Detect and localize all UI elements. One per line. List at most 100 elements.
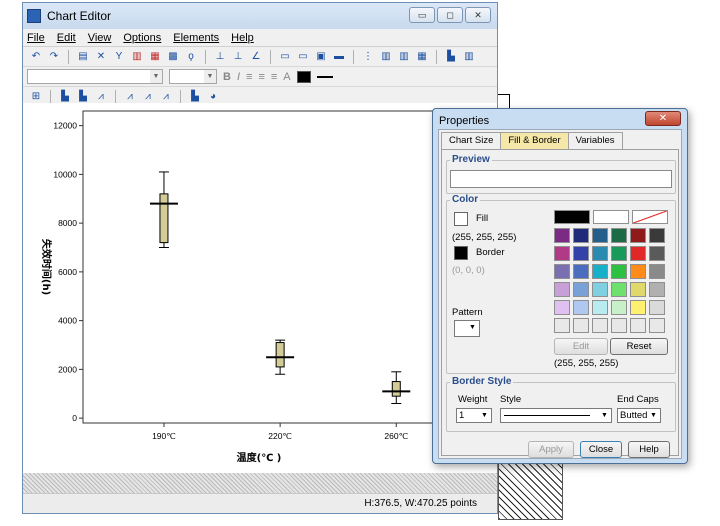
palette-swatch[interactable] bbox=[611, 318, 627, 333]
area2-icon[interactable]: ⩘ bbox=[141, 91, 155, 103]
palette-swatch[interactable] bbox=[630, 228, 646, 243]
font-select[interactable]: ▼ bbox=[27, 69, 163, 84]
palette-swatch[interactable] bbox=[573, 282, 589, 297]
endcaps-select[interactable]: Butted ▼ bbox=[617, 408, 661, 423]
undo-icon[interactable]: ↶ bbox=[29, 51, 43, 63]
dialog-close-icon[interactable]: ✕ bbox=[645, 111, 681, 126]
menu-view[interactable]: View bbox=[88, 32, 112, 44]
data-labels-icon[interactable]: ⋮ bbox=[361, 51, 375, 63]
x-axis-icon[interactable]: ✕ bbox=[94, 51, 108, 63]
menu-elements[interactable]: Elements bbox=[173, 32, 219, 44]
align-center-icon[interactable]: ≡ bbox=[258, 71, 264, 83]
palette-swatch[interactable] bbox=[554, 246, 570, 261]
palette-swatch[interactable] bbox=[592, 318, 608, 333]
menu-edit[interactable]: Edit bbox=[57, 32, 76, 44]
textbox-icon[interactable]: ▣ bbox=[314, 51, 328, 63]
tab-chart-size[interactable]: Chart Size bbox=[441, 132, 502, 149]
palette-swatch[interactable] bbox=[554, 318, 570, 333]
palette-swatch[interactable] bbox=[592, 282, 608, 297]
close-button[interactable]: Close bbox=[580, 441, 622, 458]
menu-help[interactable]: Help bbox=[231, 32, 254, 44]
menu-options[interactable]: Options bbox=[123, 32, 161, 44]
palette-swatch[interactable] bbox=[630, 300, 646, 315]
palette-swatch[interactable] bbox=[573, 300, 589, 315]
palette-swatch[interactable] bbox=[649, 282, 665, 297]
chart-canvas[interactable]: 0 2000 4000 6000 8000 10000 12000 190℃ 220℃ 260℃ 温… bbox=[23, 103, 497, 473]
title-bar[interactable]: Chart Editor ▭ ◻ ✕ bbox=[23, 3, 497, 29]
bar-elements-icon[interactable]: ▙ bbox=[58, 91, 72, 103]
palette-swatch[interactable] bbox=[592, 246, 608, 261]
palette-swatch[interactable] bbox=[649, 300, 665, 315]
chart-type-icon[interactable]: ⊞ bbox=[29, 91, 43, 103]
palette-swatch[interactable] bbox=[649, 264, 665, 279]
fill-swatch[interactable] bbox=[454, 212, 468, 226]
palette-swatch[interactable] bbox=[611, 246, 627, 261]
grid-icon[interactable]: ▩ bbox=[166, 51, 180, 63]
minimize-button[interactable]: ▭ bbox=[409, 7, 435, 23]
properties-icon[interactable]: ▤ bbox=[76, 51, 90, 63]
font-size-select[interactable]: ▼ bbox=[169, 69, 217, 84]
palette-swatch[interactable] bbox=[554, 300, 570, 315]
bar3d-icon[interactable]: ▙ bbox=[76, 91, 90, 103]
bar-icon[interactable]: ▥ bbox=[397, 51, 411, 63]
bar-chart-icon[interactable]: ▙ bbox=[444, 51, 458, 63]
legend-icon[interactable]: ▥ bbox=[379, 51, 393, 63]
menu-file[interactable]: File bbox=[27, 32, 45, 44]
explode-icon[interactable]: ▦ bbox=[415, 51, 429, 63]
palette-swatch[interactable] bbox=[630, 264, 646, 279]
palette-swatch[interactable] bbox=[592, 264, 608, 279]
style-select[interactable]: ▼ bbox=[500, 408, 612, 423]
close-window-button[interactable]: ✕ bbox=[465, 7, 491, 23]
no-color-swatch[interactable] bbox=[632, 210, 668, 224]
palette-swatch[interactable] bbox=[630, 246, 646, 261]
palette-swatch[interactable] bbox=[649, 228, 665, 243]
redo-icon[interactable]: ↷ bbox=[47, 51, 61, 63]
tab-fill-border[interactable]: Fill & Border bbox=[500, 132, 569, 149]
palette-swatch[interactable] bbox=[611, 228, 627, 243]
palette-swatch[interactable] bbox=[573, 264, 589, 279]
italic-button[interactable]: I bbox=[237, 71, 240, 83]
palette-swatch[interactable] bbox=[630, 282, 646, 297]
lasso-icon[interactable]: ϙ bbox=[184, 51, 198, 63]
palette-swatch[interactable] bbox=[573, 228, 589, 243]
palette-swatch[interactable] bbox=[573, 246, 589, 261]
palette-swatch[interactable] bbox=[611, 282, 627, 297]
interpolation-icon[interactable]: ∠ bbox=[249, 51, 263, 63]
palette-swatch[interactable] bbox=[611, 300, 627, 315]
text-color-icon[interactable]: A bbox=[283, 71, 290, 83]
chart-icon[interactable]: ▥ bbox=[130, 51, 144, 63]
palette-swatch[interactable] bbox=[554, 228, 570, 243]
bold-button[interactable]: B bbox=[223, 71, 231, 83]
fit-line-icon[interactable]: ⊥ bbox=[231, 51, 245, 63]
reference-line-icon[interactable]: ⊥ bbox=[213, 51, 227, 63]
bar-chart2-icon[interactable]: ▥ bbox=[462, 51, 476, 63]
apply-button[interactable]: Apply bbox=[528, 441, 574, 458]
edit-button[interactable]: Edit bbox=[554, 338, 608, 355]
footnote-icon[interactable]: ▬ bbox=[332, 51, 346, 63]
palette-swatch[interactable] bbox=[630, 318, 646, 333]
palette-swatch[interactable] bbox=[554, 264, 570, 279]
marker-icon[interactable]: ▙ bbox=[188, 91, 202, 103]
palette-swatch[interactable] bbox=[592, 300, 608, 315]
reset-button[interactable]: Reset bbox=[610, 338, 668, 355]
transpose-icon[interactable]: ▦ bbox=[148, 51, 162, 63]
area-icon[interactable]: ⩘ bbox=[123, 91, 137, 103]
fill-color-box[interactable] bbox=[296, 70, 311, 83]
border-swatch[interactable] bbox=[454, 246, 468, 260]
line-style-icon[interactable] bbox=[316, 75, 333, 78]
help-button[interactable]: Help bbox=[628, 441, 670, 458]
black-swatch[interactable] bbox=[554, 210, 590, 224]
line-elements-icon[interactable]: ⩘ bbox=[94, 91, 108, 103]
white-swatch[interactable] bbox=[593, 210, 629, 224]
pie-icon[interactable]: ◕ bbox=[206, 91, 220, 103]
palette-swatch[interactable] bbox=[592, 228, 608, 243]
tab-variables[interactable]: Variables bbox=[567, 132, 623, 149]
palette-swatch[interactable] bbox=[573, 318, 589, 333]
palette-swatch[interactable] bbox=[649, 318, 665, 333]
palette-swatch[interactable] bbox=[649, 246, 665, 261]
align-right-icon[interactable]: ≡ bbox=[271, 71, 277, 83]
weight-select[interactable]: 1 ▼ bbox=[456, 408, 492, 423]
palette-swatch[interactable] bbox=[554, 282, 570, 297]
title-icon[interactable]: ▭ bbox=[278, 51, 292, 63]
palette-swatch[interactable] bbox=[611, 264, 627, 279]
